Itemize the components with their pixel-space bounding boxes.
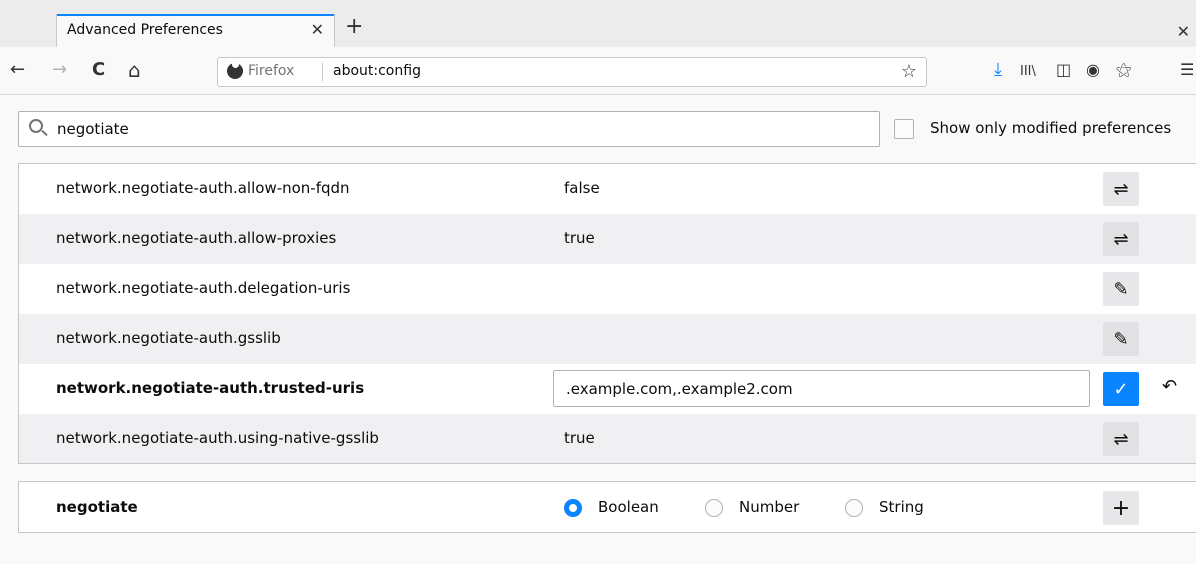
pref-name: network.negotiate-auth.allow-proxies (56, 229, 337, 247)
new-pref-name: negotiate (56, 498, 138, 516)
customize-icon[interactable]: ⚝ (1116, 60, 1132, 80)
url-text[interactable]: about:config (333, 63, 421, 79)
toggle-button[interactable]: ⇌ (1103, 172, 1139, 206)
table-row: network.negotiate-auth.delegation-uris ✎ (19, 264, 1196, 314)
table-row: network.negotiate-auth.using-native-gssl… (19, 414, 1196, 463)
toggle-button[interactable]: ⇌ (1103, 222, 1139, 256)
save-button[interactable]: ✓ (1103, 372, 1139, 406)
download-icon[interactable]: ⤓ (994, 60, 1002, 80)
url-separator (322, 63, 323, 81)
pref-name: network.negotiate-auth.gsslib (56, 329, 281, 347)
table-row: network.negotiate-auth.allow-non-fqdn fa… (19, 164, 1196, 214)
show-modified-label: Show only modified preferences (930, 119, 1172, 137)
search-box[interactable] (18, 111, 880, 147)
radio-number[interactable] (705, 499, 723, 517)
edit-button[interactable]: ✎ (1103, 272, 1139, 306)
table-row-editing: network.negotiate-auth.trusted-uris ✓ ↶ (19, 364, 1196, 414)
add-button[interactable]: + (1103, 491, 1139, 525)
radio-string-label: String (879, 498, 924, 516)
library-icon[interactable]: III\ (1020, 62, 1036, 82)
pref-name: network.negotiate-auth.allow-non-fqdn (56, 179, 350, 197)
firefox-icon (227, 61, 243, 79)
radio-string[interactable] (845, 499, 863, 517)
new-tab-button[interactable]: + (345, 14, 363, 40)
radio-number-label: Number (739, 498, 800, 516)
pref-name: network.negotiate-auth.delegation-uris (56, 279, 351, 297)
back-icon[interactable]: ← (10, 59, 25, 81)
home-icon[interactable]: ⌂ (128, 59, 141, 81)
tab-active-indicator (57, 14, 334, 16)
tab-title: Advanced Preferences (67, 22, 223, 38)
search-icon (29, 119, 43, 133)
add-preference-row: negotiate Boolean Number String + (18, 481, 1196, 533)
toggle-button[interactable]: ⇌ (1103, 422, 1139, 456)
table-row: network.negotiate-auth.allow-proxies tru… (19, 214, 1196, 264)
url-bar[interactable]: Firefox about:config ☆ (217, 57, 927, 87)
pref-value-input[interactable] (553, 370, 1090, 407)
pref-name: network.negotiate-auth.trusted-uris (56, 379, 365, 397)
tab-advanced-preferences[interactable]: Advanced Preferences ✕ (56, 14, 335, 47)
identity-label: Firefox (248, 63, 295, 79)
forward-icon[interactable]: → (52, 59, 67, 81)
radio-boolean[interactable] (564, 499, 582, 517)
show-modified-checkbox[interactable] (894, 119, 914, 139)
preferences-table: network.negotiate-auth.allow-non-fqdn fa… (18, 163, 1196, 464)
window-close-icon[interactable]: ✕ (1177, 22, 1190, 41)
account-icon[interactable]: ◉ (1086, 60, 1100, 80)
tab-close-icon[interactable]: ✕ (311, 20, 324, 39)
navigation-toolbar: ← → C ⌂ Firefox about:config ☆ ⤓ III\ ◫ … (0, 47, 1196, 95)
menu-icon[interactable]: ☰ (1180, 60, 1194, 80)
pref-value: false (564, 179, 600, 197)
pref-value: true (564, 229, 595, 247)
sidebar-icon[interactable]: ◫ (1056, 60, 1071, 80)
radio-boolean-label: Boolean (598, 498, 659, 516)
pref-name: network.negotiate-auth.using-native-gssl… (56, 429, 379, 447)
tab-strip: Advanced Preferences ✕ + ✕ (0, 0, 1196, 47)
search-input[interactable] (57, 119, 857, 139)
bookmark-star-icon[interactable]: ☆ (901, 61, 917, 82)
table-row: network.negotiate-auth.gsslib ✎ (19, 314, 1196, 364)
pref-value: true (564, 429, 595, 447)
reset-icon[interactable]: ↶ (1162, 376, 1177, 397)
edit-button[interactable]: ✎ (1103, 322, 1139, 356)
reload-icon[interactable]: C (92, 59, 105, 81)
